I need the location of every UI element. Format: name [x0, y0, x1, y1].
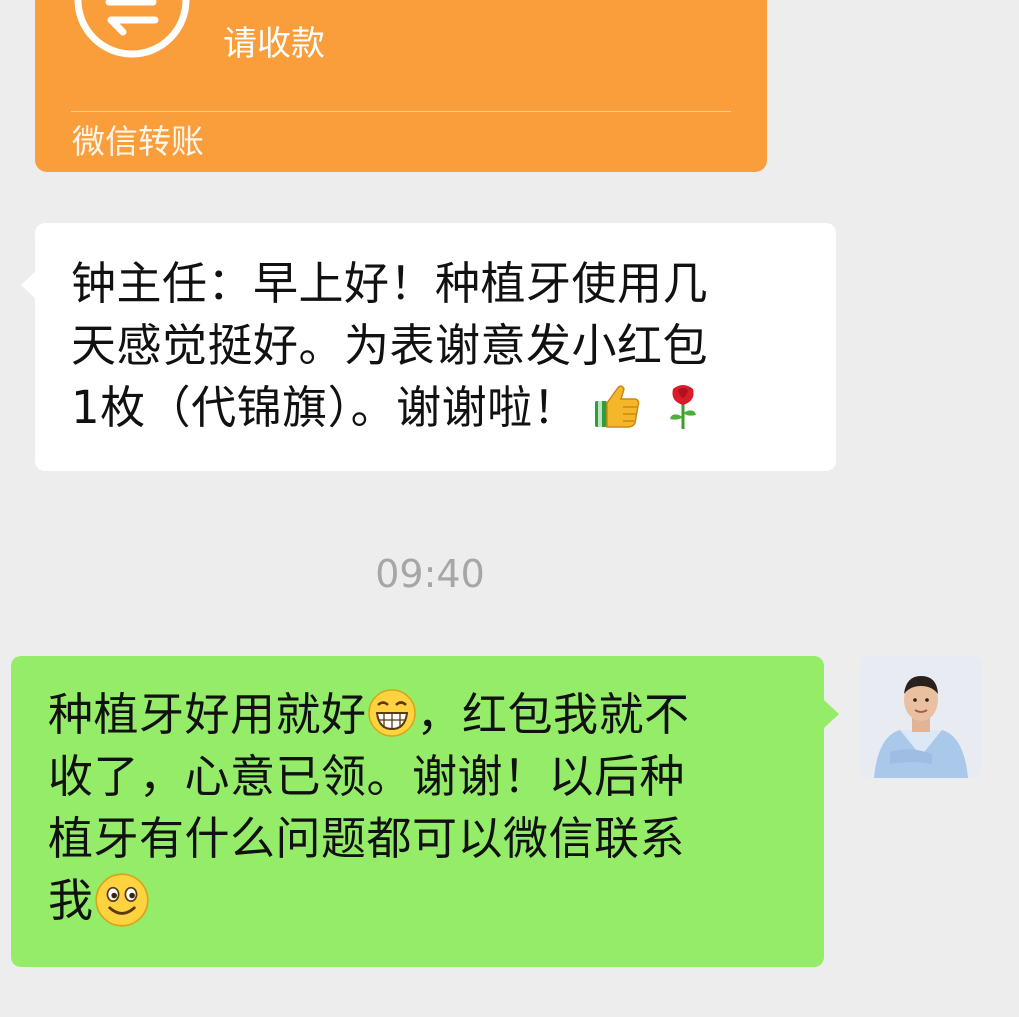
grin-face-icon	[367, 689, 416, 737]
message-line-text: 1枚（代锦旗）。谢谢啦！	[71, 381, 579, 434]
transfer-title: 请收款	[223, 24, 325, 64]
divider	[71, 111, 731, 112]
message-line-text: 种植牙好用就好	[48, 688, 367, 741]
smile-face-icon	[94, 873, 149, 927]
incoming-message-bubble[interactable]: 钟主任：早上好！种植牙使用几 天感觉挺好。为表谢意发小红包 1枚（代锦旗）。谢谢…	[21, 223, 836, 471]
message-line-text: ，红包我就不	[416, 688, 690, 741]
message-line: 钟主任：早上好！种植牙使用几	[71, 257, 709, 310]
thumbs-up-icon	[594, 385, 640, 428]
message-line: 天感觉挺好。为表谢意发小红包	[71, 319, 709, 372]
message-line: 收了，心意已领。谢谢！以后种	[48, 750, 686, 803]
bubble-tail	[824, 700, 839, 728]
message-line: 我	[48, 870, 808, 932]
doctor-avatar[interactable]	[860, 656, 982, 778]
outgoing-message-text: 种植牙好用就好 ，红包我就不 收了，心意已领。谢谢！以后种 植牙有什么问题都可以…	[48, 684, 808, 932]
transfer-arrows-icon	[74, 0, 190, 58]
message-line: 种植牙好用就好 ，红包我就不	[48, 684, 808, 746]
transfer-footer-label: 微信转账	[72, 122, 204, 161]
avatar-photo	[860, 656, 982, 778]
incoming-message-text: 钟主任：早上好！种植牙使用几 天感觉挺好。为表谢意发小红包 1枚（代锦旗）。谢谢…	[71, 253, 811, 439]
outgoing-message-bubble[interactable]: 种植牙好用就好 ，红包我就不 收了，心意已领。谢谢！以后种 植牙有什么问题都可以…	[11, 656, 839, 967]
message-line: 植牙有什么问题都可以微信联系	[48, 812, 686, 865]
rose-icon	[669, 385, 696, 429]
message-timestamp: 09:40	[375, 552, 485, 596]
bubble-tail	[21, 271, 36, 299]
message-line: 1枚（代锦旗）。谢谢啦！	[71, 377, 811, 439]
transfer-card[interactable]: 请收款 微信转账	[35, 0, 767, 172]
message-line-text: 我	[48, 874, 94, 927]
